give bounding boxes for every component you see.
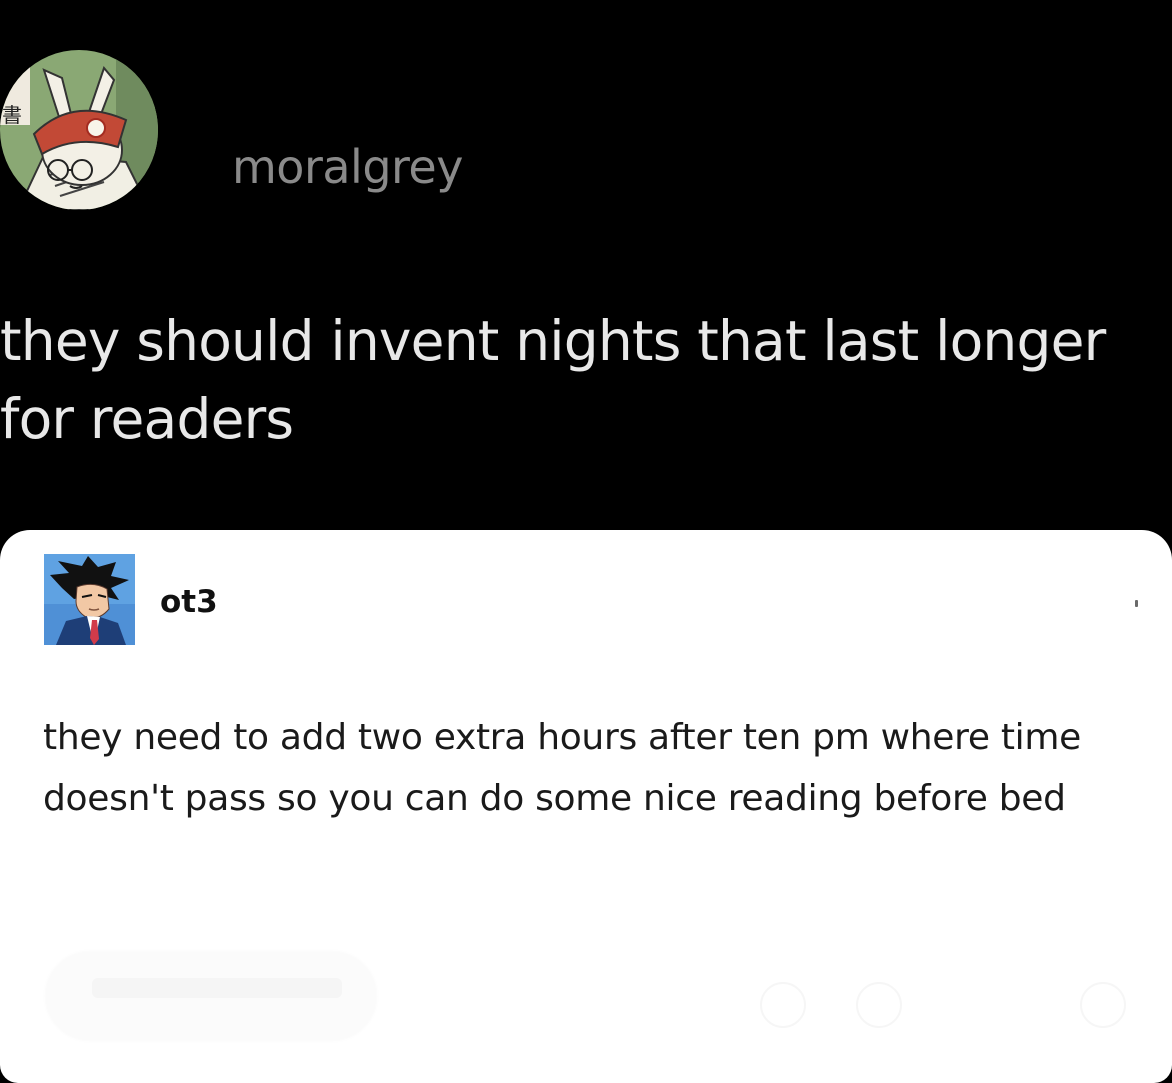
faded-text <box>92 978 342 998</box>
username[interactable]: ot3 <box>160 584 218 620</box>
rabbit-reading-avatar-icon: 書 <box>0 50 158 210</box>
faded-action-icon <box>856 982 902 1028</box>
avatar[interactable]: 書 <box>0 50 158 210</box>
more-options-icon[interactable] <box>1135 600 1138 607</box>
faded-action-icon <box>1080 982 1126 1028</box>
faded-action-icon <box>760 982 806 1028</box>
svg-text:書: 書 <box>2 103 22 127</box>
reply-card: ot3 they need to add two extra hours aft… <box>0 530 1172 1083</box>
post-text: they should invent nights that last long… <box>0 309 1106 451</box>
anime-lawyer-avatar-icon <box>44 554 135 645</box>
original-post: 書 moralgrey they should invent nights th… <box>0 0 1172 530</box>
avatar[interactable] <box>44 554 135 645</box>
username[interactable]: moralgrey <box>232 140 463 194</box>
faded-reply-field[interactable] <box>46 952 376 1040</box>
post-text: they need to add two extra hours after t… <box>43 717 1081 819</box>
